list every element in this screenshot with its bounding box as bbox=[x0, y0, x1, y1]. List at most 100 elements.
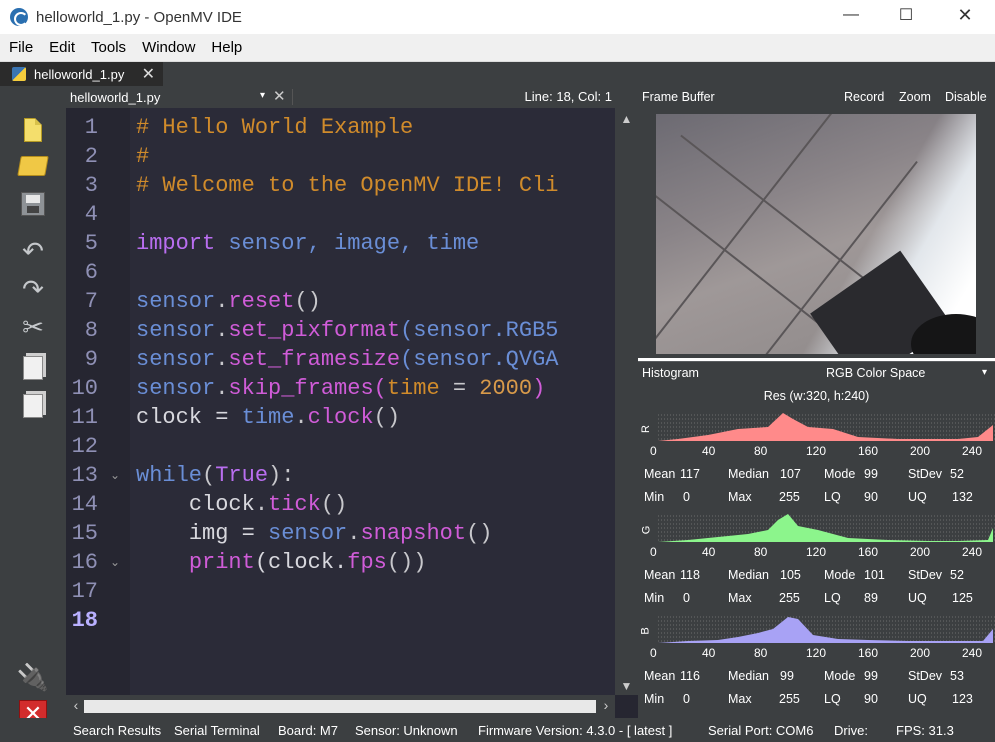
code-object: sensor bbox=[136, 289, 216, 314]
drive-label[interactable]: Drive: bbox=[834, 723, 868, 738]
stat-value-lq: 90 bbox=[864, 692, 878, 706]
open-documents-combo[interactable]: helloworld_1.py ▾ bbox=[66, 86, 271, 108]
menu-help[interactable]: Help bbox=[202, 34, 249, 62]
firmware-version-label[interactable]: Firmware Version: 4.3.0 - [ latest ] bbox=[478, 723, 672, 738]
serial-terminal-button[interactable]: Serial Terminal bbox=[174, 723, 260, 738]
stat-value-min: 0 bbox=[683, 591, 690, 605]
line-number: 9 bbox=[84, 347, 98, 372]
new-file-button[interactable] bbox=[17, 114, 49, 146]
code-function: skip_frames bbox=[228, 376, 374, 401]
histogram-tick: 40 bbox=[702, 444, 716, 458]
line-number: 7 bbox=[84, 289, 98, 314]
ceiling-tile-line bbox=[656, 150, 836, 338]
search-results-button[interactable]: Search Results bbox=[73, 723, 161, 738]
stat-value-uq: 132 bbox=[952, 490, 973, 504]
board-label[interactable]: Board: M7 bbox=[278, 723, 338, 738]
stat-label-mean: Mean bbox=[644, 568, 676, 582]
histogram-channel-r: R 0 40 80 120 160 200 240 Mean 117 Median 107 Mode 99… bbox=[638, 411, 995, 512]
code-line: print(clock.fps()) bbox=[136, 548, 427, 577]
code-line: # Hello World Example bbox=[136, 113, 413, 142]
stat-value-median: 107 bbox=[780, 467, 801, 481]
stat-value-mode: 101 bbox=[864, 568, 885, 582]
fold-marker-icon[interactable]: ⌄ bbox=[110, 461, 120, 490]
open-file-button[interactable] bbox=[17, 150, 49, 182]
chevron-down-icon[interactable]: ▾ bbox=[982, 367, 987, 378]
code-number: 2000 bbox=[479, 376, 533, 401]
cut-icon: ✂ bbox=[22, 313, 44, 343]
histogram-tick: 120 bbox=[806, 444, 827, 458]
code-line: sensor.reset() bbox=[136, 289, 321, 314]
histogram-tick: 0 bbox=[650, 545, 657, 559]
histogram-channel-g: G 0 40 80 120 160 200 240 Mean 118 Median 105 Mode 10… bbox=[638, 512, 995, 613]
close-tab-icon[interactable]: ✕ bbox=[142, 64, 155, 84]
minimize-button[interactable]: — bbox=[828, 0, 874, 30]
left-toolbar: ↶ ↷ ✂ 🔌 ✕ bbox=[0, 86, 66, 742]
stat-label-min: Min bbox=[644, 692, 665, 706]
stat-label-lq: LQ bbox=[824, 692, 841, 706]
stat-label-mean: Mean bbox=[644, 467, 676, 481]
connect-button[interactable]: 🔌 bbox=[17, 662, 49, 694]
cut-button[interactable]: ✂ bbox=[17, 312, 49, 344]
save-button[interactable] bbox=[17, 188, 49, 220]
stat-label-uq: UQ bbox=[908, 490, 927, 504]
chevron-down-icon: ▾ bbox=[259, 90, 265, 101]
paste-button[interactable] bbox=[17, 390, 49, 422]
code-line: img = sensor.snapshot() bbox=[188, 521, 493, 546]
code-variable: (clock. bbox=[254, 550, 348, 575]
histogram-tick: 80 bbox=[754, 545, 768, 559]
stat-value-max: 255 bbox=[779, 591, 800, 605]
code-object: sensor bbox=[268, 521, 348, 546]
code-line: clock = time.clock() bbox=[136, 405, 401, 430]
stat-label-stdev: StDev bbox=[908, 568, 943, 582]
sensor-label[interactable]: Sensor: Unknown bbox=[355, 723, 458, 738]
line-number: 6 bbox=[84, 260, 98, 285]
maximize-button[interactable]: ☐ bbox=[883, 0, 929, 30]
fold-marker-icon[interactable]: ⌄ bbox=[110, 548, 120, 577]
histogram-channel-b: B 0 40 80 120 160 200 240 Mean 116 Median 99 Mode 99 S… bbox=[638, 613, 995, 714]
disable-button[interactable]: Disable bbox=[945, 90, 987, 104]
horizontal-scroll-thumb[interactable] bbox=[84, 700, 596, 713]
scroll-down-icon[interactable]: ▼ bbox=[615, 677, 638, 695]
close-window-button[interactable]: ✕ bbox=[942, 0, 988, 30]
color-space-select[interactable]: RGB Color Space bbox=[826, 366, 925, 380]
code-punct: ): bbox=[268, 463, 295, 488]
code-editor[interactable]: 1 2 3 4 5 6 7 8 9 10 11 12 13 ⌄ 14 15 16… bbox=[66, 108, 638, 718]
menu-file[interactable]: File bbox=[0, 34, 40, 62]
menu-edit[interactable]: Edit bbox=[40, 34, 82, 62]
scroll-left-icon[interactable]: ‹ bbox=[68, 697, 84, 713]
line-number: 16 bbox=[71, 550, 98, 575]
redo-button[interactable]: ↷ bbox=[17, 274, 49, 306]
menu-window[interactable]: Window bbox=[133, 34, 202, 62]
copy-button[interactable] bbox=[17, 352, 49, 384]
line-number: 17 bbox=[71, 579, 98, 604]
stat-label-mean: Mean bbox=[644, 669, 676, 683]
stat-value-median: 99 bbox=[780, 669, 794, 683]
stat-label-min: Min bbox=[644, 490, 665, 504]
menu-tools[interactable]: Tools bbox=[82, 34, 133, 62]
scroll-up-icon[interactable]: ▲ bbox=[615, 110, 638, 128]
undo-button[interactable]: ↶ bbox=[17, 236, 49, 268]
zoom-button[interactable]: Zoom bbox=[899, 90, 931, 104]
record-button[interactable]: Record bbox=[844, 90, 884, 104]
code-line: while(True): bbox=[136, 463, 295, 488]
menu-bar: File Edit Tools Window Help bbox=[0, 34, 995, 62]
line-number: 2 bbox=[84, 144, 98, 169]
histogram-plot bbox=[658, 613, 995, 645]
histogram-tick: 120 bbox=[806, 545, 827, 559]
status-bar-left-pad bbox=[0, 718, 66, 742]
histogram-tick: 0 bbox=[650, 646, 657, 660]
stat-value-mean: 117 bbox=[680, 467, 700, 481]
current-line-number: 18 bbox=[71, 608, 98, 633]
editor-horizontal-scrollbar[interactable]: ‹ › bbox=[66, 695, 615, 718]
file-tab[interactable]: helloworld_1.py ✕ bbox=[0, 62, 163, 86]
frame-buffer-header: Frame Buffer Record Zoom Disable bbox=[638, 86, 995, 108]
serial-port-label[interactable]: Serial Port: COM6 bbox=[708, 723, 813, 738]
code-object: sensor bbox=[136, 347, 216, 372]
code-punct: ) bbox=[532, 376, 546, 401]
code-text-area[interactable]: # Hello World Example # # Welcome to the… bbox=[130, 108, 615, 695]
editor-vertical-scrollbar[interactable]: ▲ ▼ bbox=[615, 108, 638, 695]
code-function: set_framesize bbox=[228, 347, 401, 372]
scroll-right-icon[interactable]: › bbox=[598, 697, 614, 713]
close-document-icon[interactable]: ✕ bbox=[273, 87, 286, 105]
stat-value-uq: 125 bbox=[952, 591, 973, 605]
